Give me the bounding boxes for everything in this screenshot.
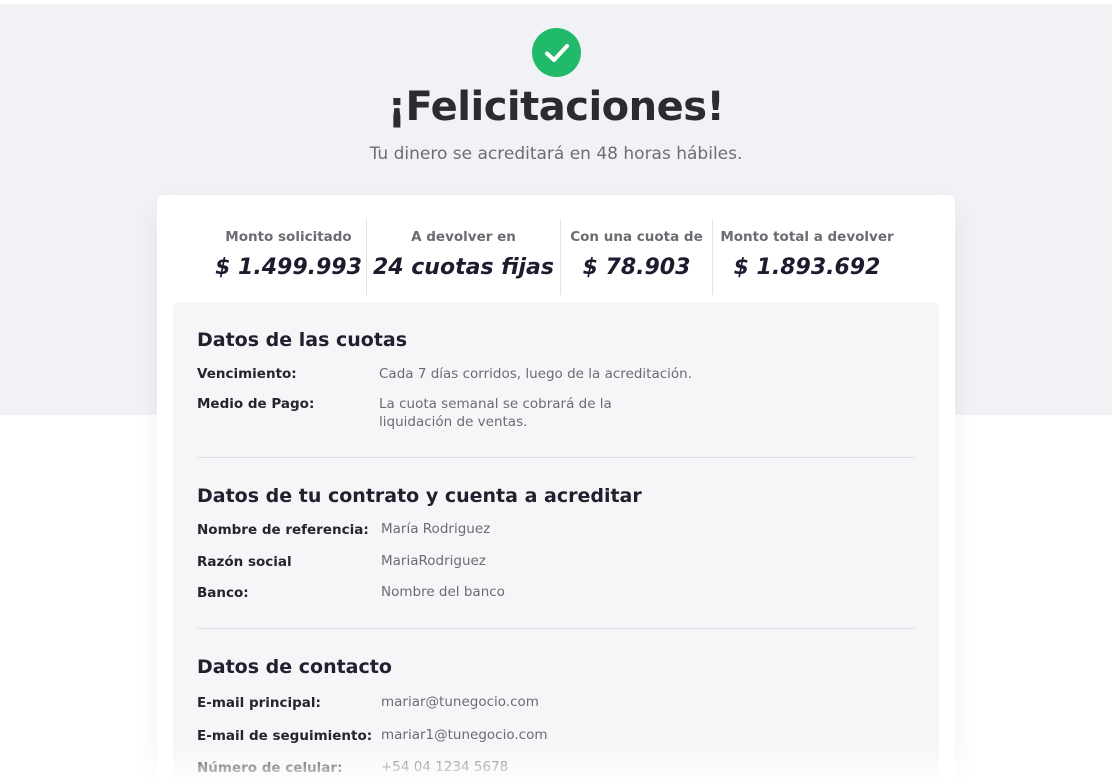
row-value-email-seguimiento: mariar1@tunegocio.com bbox=[381, 727, 548, 743]
summary-item-monto-solicitado: Monto solicitado $ 1.499.993 bbox=[211, 219, 366, 295]
summary-item-cuota: Con una cuota de $ 78.903 bbox=[561, 219, 712, 295]
row-label-vencimiento: Vencimiento: bbox=[197, 366, 297, 382]
summary-value: $ 1.499.993 bbox=[215, 255, 362, 280]
section-title-contrato: Datos de tu contrato y cuenta a acredita… bbox=[197, 485, 642, 507]
page-subtitle: Tu dinero se acreditará en 48 horas hábi… bbox=[369, 144, 743, 164]
row-value-medio-de-pago: La cuota semanal se cobrará de la liquid… bbox=[379, 396, 612, 430]
row-value-vencimiento: Cada 7 días corridos, luego de la acredi… bbox=[379, 366, 693, 382]
row-label-email-seguimiento: E-mail de seguimiento: bbox=[197, 728, 373, 744]
row-label-banco: Banco: bbox=[197, 585, 249, 601]
row-value-banco: Nombre del banco bbox=[381, 584, 505, 600]
loan-summary-card: Monto solicitado $ 1.499.993 A devolver … bbox=[157, 195, 955, 779]
section-divider bbox=[197, 457, 915, 458]
section-title-contacto: Datos de contacto bbox=[197, 656, 392, 678]
page-title: ¡Felicitaciones! bbox=[387, 84, 725, 130]
check-circle-icon bbox=[532, 28, 581, 77]
details-panel: Datos de las cuotas Vencimiento: Cada 7 … bbox=[173, 302, 939, 779]
section-title-cuotas: Datos de las cuotas bbox=[197, 329, 408, 351]
confirmation-page: ¡Felicitaciones! Tu dinero se acreditará… bbox=[0, 0, 1112, 779]
summary-label: A devolver en bbox=[411, 229, 516, 245]
section-divider bbox=[197, 628, 915, 629]
row-label-medio-de-pago: Medio de Pago: bbox=[197, 396, 315, 412]
row-value-nombre-referencia: María Rodriguez bbox=[381, 521, 491, 537]
loan-summary: Monto solicitado $ 1.499.993 A devolver … bbox=[157, 219, 955, 295]
summary-value: 24 cuotas fijas bbox=[372, 255, 554, 280]
summary-value: $ 78.903 bbox=[582, 255, 691, 280]
row-value-razon-social: MariaRodriguez bbox=[381, 553, 486, 569]
summary-label: Monto total a devolver bbox=[720, 229, 894, 245]
summary-label: Con una cuota de bbox=[570, 229, 703, 245]
row-label-celular: Número de celular: bbox=[197, 760, 343, 776]
row-value-email-principal: mariar@tunegocio.com bbox=[381, 694, 539, 710]
summary-label: Monto solicitado bbox=[225, 229, 352, 245]
summary-item-a-devolver: A devolver en 24 cuotas fijas bbox=[367, 219, 560, 295]
row-label-razon-social: Razón social bbox=[197, 554, 292, 570]
summary-value: $ 1.893.692 bbox=[733, 255, 881, 280]
row-label-nombre-referencia: Nombre de referencia: bbox=[197, 522, 369, 538]
row-value-celular: +54 04 1234 5678 bbox=[381, 759, 509, 775]
summary-item-monto-total: Monto total a devolver $ 1.893.692 bbox=[713, 219, 901, 295]
row-label-email-principal: E-mail principal: bbox=[197, 695, 321, 711]
